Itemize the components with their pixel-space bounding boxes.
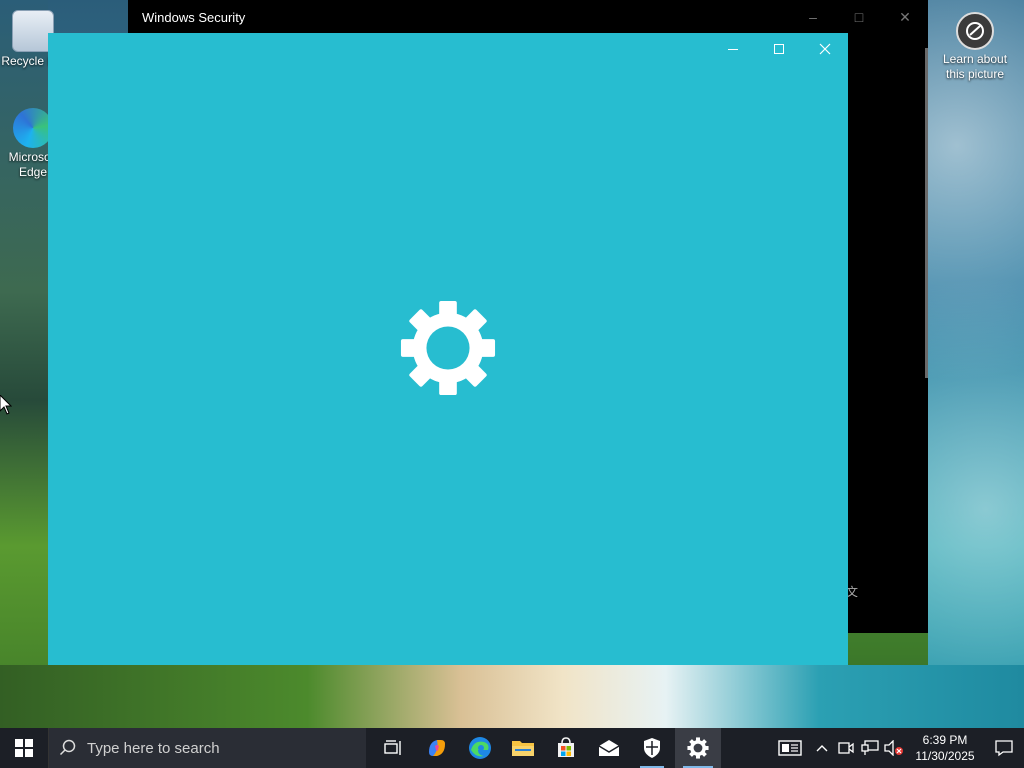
taskbar-task-view[interactable] <box>374 728 414 768</box>
taskbar-store[interactable] <box>546 728 586 768</box>
folder-icon <box>512 741 534 756</box>
taskbar-file-explorer[interactable] <box>503 728 543 768</box>
minimize-button[interactable] <box>710 33 756 65</box>
copilot-icon <box>429 740 445 756</box>
edge-icon <box>469 737 491 759</box>
clock-date: 11/30/2025 <box>915 749 975 763</box>
learn-about-picture[interactable]: Learn about this picture <box>938 12 1012 82</box>
settings-splash-window[interactable] <box>48 33 848 665</box>
window-title: Windows Security <box>142 9 246 25</box>
mouse-cursor-icon <box>0 395 12 415</box>
volume-muted-icon <box>884 740 903 756</box>
tray-volume[interactable] <box>882 728 906 768</box>
gear-icon <box>400 300 496 396</box>
news-widget-icon <box>778 740 802 756</box>
meet-now-icon <box>838 742 854 754</box>
taskbar-search-box[interactable]: Type here to search <box>48 728 366 768</box>
action-center-button[interactable] <box>984 728 1024 768</box>
close-button[interactable] <box>802 33 848 65</box>
windows-security-titlebar[interactable]: Windows Security – □ ✕ <box>128 0 928 34</box>
shield-icon <box>644 738 660 758</box>
start-button[interactable] <box>0 728 48 768</box>
tray-clock[interactable]: 6:39 PM 11/30/2025 <box>906 732 984 764</box>
store-icon <box>558 737 574 757</box>
learn-about-picture-label: Learn about this picture <box>942 52 1008 81</box>
chevron-up-icon <box>816 745 828 752</box>
network-icon <box>861 740 879 755</box>
tray-show-hidden[interactable] <box>810 728 834 768</box>
gear-icon <box>687 737 709 759</box>
taskbar-settings[interactable] <box>675 728 721 768</box>
task-view-icon <box>384 740 401 755</box>
mail-icon <box>598 740 620 756</box>
minimize-button[interactable]: – <box>790 0 836 34</box>
search-icon <box>59 739 77 757</box>
camera-info-icon <box>956 12 994 50</box>
close-button[interactable]: ✕ <box>882 0 928 34</box>
search-placeholder: Type here to search <box>87 739 220 757</box>
desktop-background-sea <box>928 0 1024 728</box>
taskbar-mail[interactable] <box>589 728 629 768</box>
system-tray: 6:39 PM 11/30/2025 <box>770 728 1024 768</box>
taskbar-windows-security[interactable] <box>632 728 672 768</box>
clock-time: 6:39 PM <box>922 733 968 747</box>
maximize-button[interactable]: □ <box>836 0 882 34</box>
scrollbar[interactable] <box>925 48 928 378</box>
tray-network[interactable] <box>858 728 882 768</box>
windows-logo-icon <box>15 739 33 757</box>
taskbar-copilot[interactable] <box>417 728 457 768</box>
taskbar: Type here to search 6:39 PM 11/30/2025 <box>0 728 1024 768</box>
tray-meet-now[interactable] <box>834 728 858 768</box>
taskbar-edge[interactable] <box>460 728 500 768</box>
notification-icon <box>995 740 1013 757</box>
tray-news[interactable] <box>770 728 810 768</box>
maximize-button[interactable] <box>756 33 802 65</box>
edge-icon <box>13 108 53 148</box>
desktop-background-beach <box>0 665 1024 728</box>
